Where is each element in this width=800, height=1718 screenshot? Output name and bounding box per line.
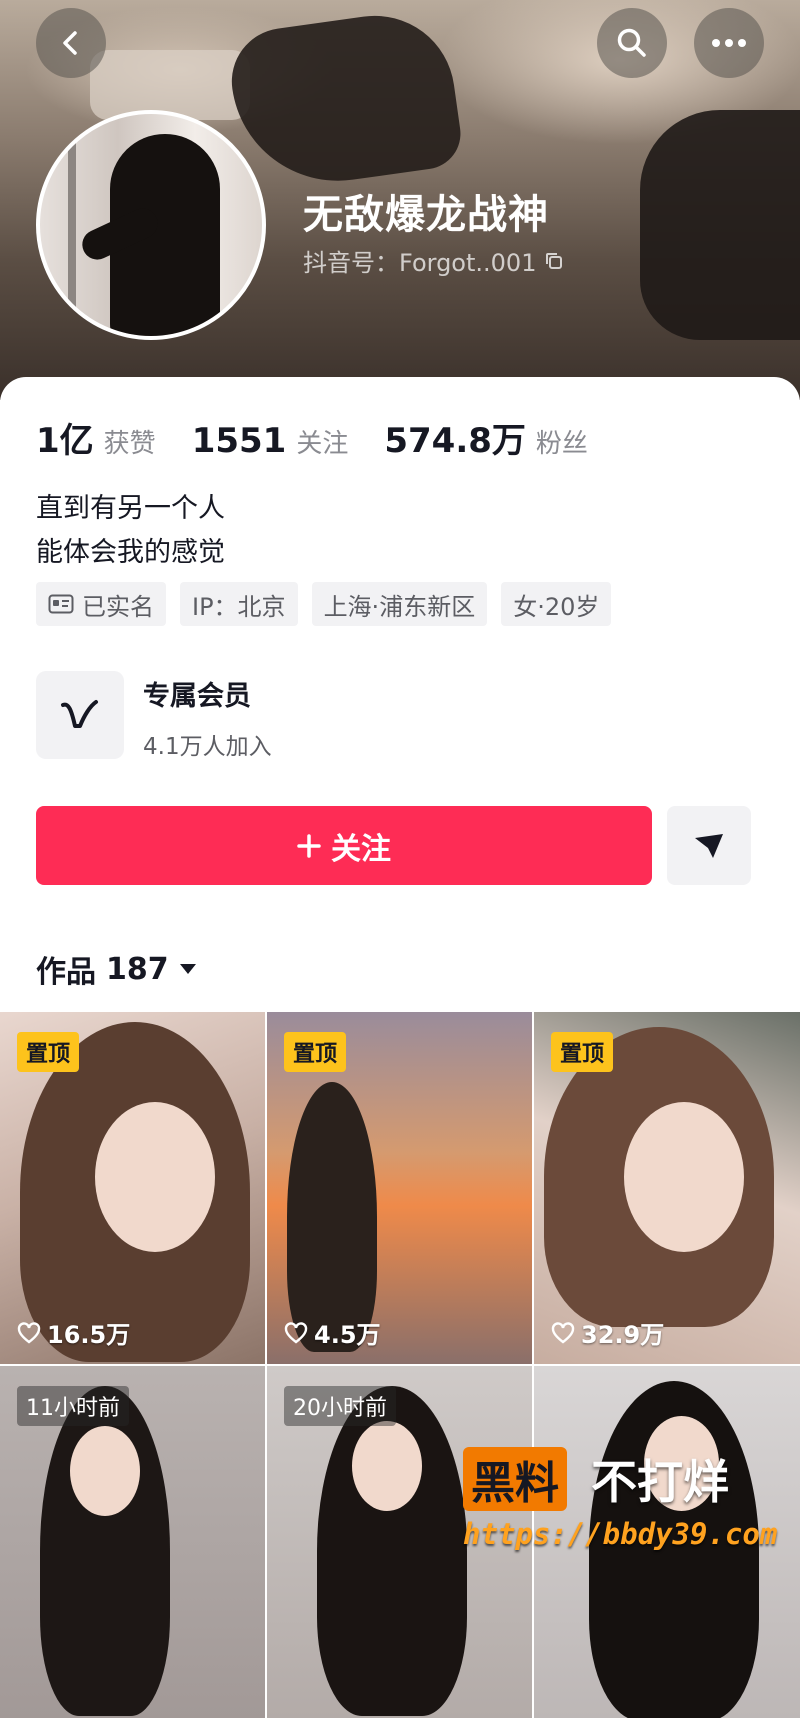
watermark-brand-part1: 黑料	[463, 1447, 567, 1511]
like-count: 32.9万	[551, 1315, 664, 1350]
profile-tags: 已实名 IP：北京 上海·浦东新区 女·20岁	[36, 582, 612, 626]
copy-icon[interactable]	[544, 251, 564, 271]
bio-line: 能体会我的感觉	[36, 537, 225, 568]
cover-photo-shadow	[640, 110, 800, 340]
profile-name: 无敌爆龙战神	[303, 192, 549, 238]
pinned-badge: 置顶	[551, 1032, 614, 1072]
tag-verified[interactable]: 已实名	[36, 582, 166, 626]
cover-photo-shadow	[224, 5, 466, 195]
share-button[interactable]	[667, 806, 751, 885]
thumbnail-face	[70, 1426, 140, 1516]
membership-v-icon	[61, 700, 98, 728]
pinned-badge: 置顶	[284, 1032, 347, 1072]
heart-icon	[17, 1321, 41, 1344]
likes-count: 1亿	[36, 421, 94, 461]
douyin-id-row[interactable]: 抖音号：Forgot..001	[303, 243, 564, 278]
id-card-icon	[48, 594, 74, 614]
tag-label: 已实名	[82, 592, 154, 621]
plus-icon	[297, 833, 321, 858]
thumbnail-face	[95, 1102, 215, 1252]
like-count-value: 32.9万	[581, 1321, 665, 1349]
membership-title[interactable]: 专属会员	[143, 674, 251, 713]
follow-button-label: 关注	[331, 831, 391, 867]
video-thumbnail[interactable]: 置顶 32.9万	[534, 1012, 800, 1364]
tag-label: IP：北京	[192, 592, 286, 621]
tag-label: 上海·浦东新区	[323, 592, 476, 621]
watermark-brand-part2: 不打烊	[591, 1455, 729, 1509]
likes-label: 获赞	[103, 429, 156, 459]
send-arrow-icon	[695, 833, 723, 858]
membership-subtitle: 4.1万人加入	[143, 734, 272, 760]
like-count-value: 4.5万	[314, 1321, 381, 1349]
tag-label: 女·20岁	[513, 592, 600, 621]
avatar[interactable]	[36, 110, 266, 340]
caret-down-icon	[179, 964, 196, 974]
stats-row: 1亿 获赞 1551 关注 574.8万 粉丝	[36, 413, 624, 462]
works-count: 187	[106, 951, 169, 987]
video-grid: 置顶 16.5万 置顶 4.5万 置顶 32.9万 11小时前 20小时前	[0, 1012, 800, 1718]
like-count: 4.5万	[284, 1315, 381, 1350]
heart-icon	[284, 1321, 308, 1344]
thumbnail-face	[352, 1421, 422, 1511]
followers-count[interactable]: 574.8万	[384, 413, 526, 462]
bio-line: 直到有另一个人	[36, 493, 225, 524]
follow-button[interactable]: 关注	[36, 806, 652, 885]
following-label[interactable]: 关注	[296, 423, 348, 460]
douyin-id: 抖音号：Forgot..001	[303, 249, 537, 277]
search-icon	[617, 28, 646, 57]
thumbnail-face	[624, 1102, 744, 1252]
watermark-url: https://bbdy39.com	[463, 1517, 778, 1551]
pinned-badge: 置顶	[17, 1032, 80, 1072]
tag-location: 上海·浦东新区	[311, 582, 488, 626]
video-thumbnail[interactable]: 11小时前	[0, 1366, 265, 1718]
bio: 直到有另一个人 能体会我的感觉	[36, 487, 225, 575]
search-button[interactable]	[597, 8, 667, 78]
posted-time-badge: 11小时前	[17, 1386, 129, 1426]
following-count[interactable]: 1551	[192, 421, 287, 461]
watermark: 黑料 不打烊 https://bbdy39.com	[463, 1447, 783, 1551]
more-button[interactable]	[694, 8, 764, 78]
thumbnail-hair	[287, 1082, 377, 1352]
video-thumbnail[interactable]: 置顶 4.5万	[267, 1012, 532, 1364]
tag-ip: IP：北京	[180, 582, 298, 626]
avatar-photo-doorframe	[68, 114, 76, 336]
followers-label[interactable]: 粉丝	[536, 423, 588, 460]
cover-photo-sofa	[90, 50, 250, 120]
like-count-value: 16.5万	[47, 1321, 131, 1349]
back-button[interactable]	[36, 8, 106, 78]
tag-gender-age: 女·20岁	[501, 582, 612, 626]
chevron-left-icon	[63, 31, 77, 55]
more-dots-icon	[712, 39, 746, 47]
works-tab[interactable]: 作品 187	[36, 947, 197, 991]
membership-icon-box[interactable]	[36, 671, 124, 759]
works-tab-label: 作品	[36, 955, 96, 990]
heart-icon	[551, 1321, 575, 1344]
video-thumbnail[interactable]: 置顶 16.5万	[0, 1012, 265, 1364]
like-count: 16.5万	[17, 1315, 130, 1350]
posted-time-badge: 20小时前	[284, 1386, 396, 1426]
